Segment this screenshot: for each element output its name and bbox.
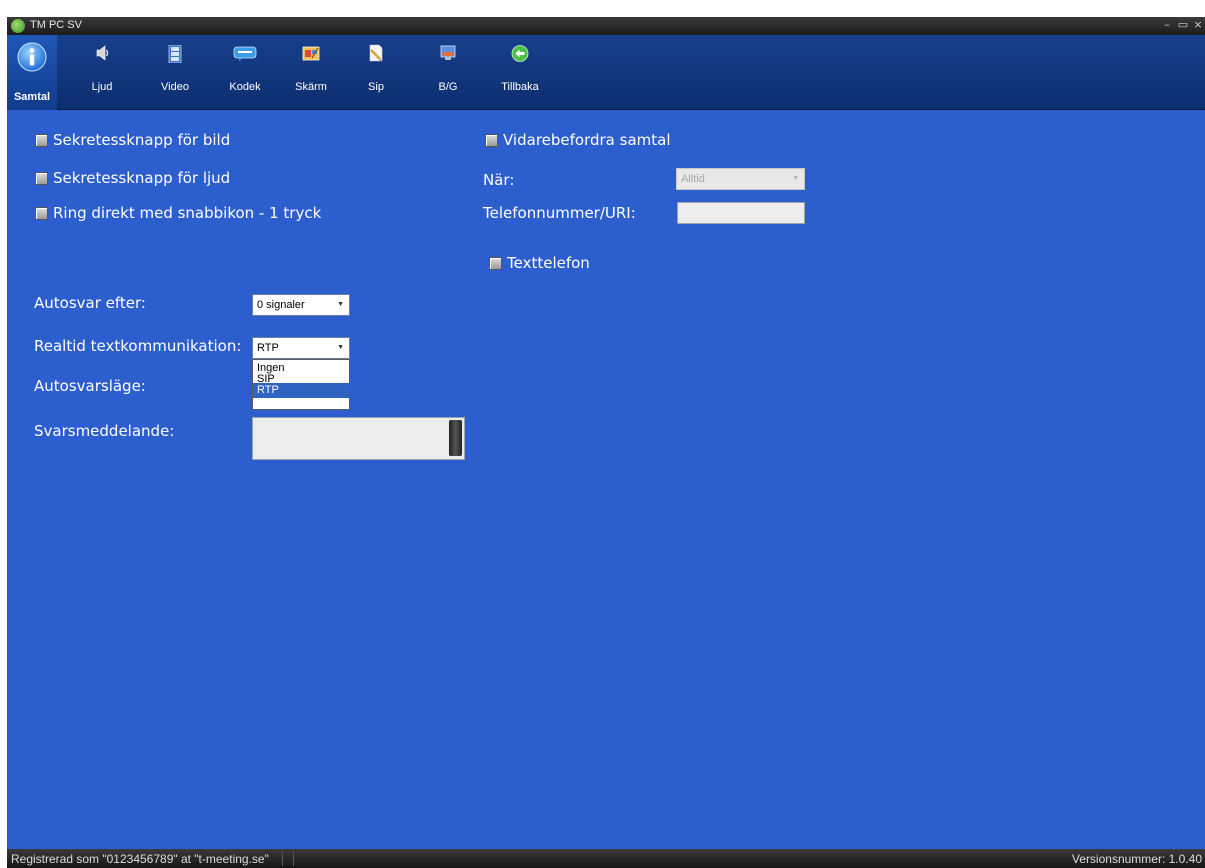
realtime-text-value: RTP [257,342,279,354]
status-bar: Registrerad som "0123456789" at "t-meeti… [7,849,1205,868]
registration-status: Registrerad som "0123456789" at "t-meeti… [11,852,269,866]
ring-direct-checkbox[interactable] [35,207,48,220]
privacy-video-label: Sekretessknapp för bild [53,131,231,149]
reply-message-textarea[interactable] [252,417,465,460]
autoanswer-mode-label: Autosvarsläge: [34,377,146,395]
privacy-audio-label: Sekretessknapp för ljud [53,169,231,187]
tab-ljud[interactable]: Ljud [87,35,117,110]
tab-samtal[interactable]: Samtal [7,35,57,110]
tab-label: Ljud [91,81,113,93]
tab-skarm[interactable]: Skärm [291,35,331,110]
tab-label: Kodek [229,81,261,93]
toolbar: Samtal Ljud Video Kodek Skärm Sip B/G Ti… [7,35,1205,110]
autoanswer-after-select[interactable]: 0 signaler ▼ [252,294,350,316]
scrollbar[interactable] [449,420,462,456]
reply-message-label: Svarsmeddelande: [34,422,175,440]
monitor-icon [440,45,456,60]
text-phone-checkbox[interactable] [489,257,502,270]
realtime-text-select[interactable]: RTP ▼ [252,337,350,359]
close-button[interactable]: × [1192,18,1204,32]
tab-label: Samtal [13,91,51,103]
tab-label: Tillbaka [501,81,539,93]
phone-uri-label: Telefonnummer/URI: [483,204,636,222]
forward-call-label: Vidarebefordra samtal [503,131,671,149]
tab-label: B/G [438,81,458,93]
pencil-paper-icon [369,44,383,62]
app-window: TM PC SV – ▭ × Samtal Ljud Video Kodek S… [7,17,1205,868]
when-label: När: [483,171,515,189]
realtime-text-label: Realtid textkommunikation: [34,337,242,355]
back-arrow-icon [511,45,529,62]
codec-icon [233,46,257,61]
speaker-icon [96,45,109,61]
film-icon [168,45,182,63]
tab-label: Video [161,81,189,93]
autoanswer-after-label: Autosvar efter: [34,294,146,312]
chevron-down-icon: ▼ [792,175,799,182]
dropdown-option-rtp[interactable]: RTP [253,383,349,398]
tab-label: Sip [368,81,384,93]
text-phone-label: Texttelefon [507,254,590,272]
privacy-video-checkbox[interactable] [35,134,48,147]
tab-video[interactable]: Video [157,35,193,110]
when-select[interactable]: Alltid ▼ [676,168,805,190]
realtime-text-dropdown: Ingen SIP RTP [252,359,350,410]
chevron-down-icon: ▼ [337,301,344,308]
status-divider [282,851,294,866]
window-title: TM PC SV [30,19,82,31]
forward-call-checkbox[interactable] [485,134,498,147]
app-logo-icon [11,19,25,33]
version-number: Versionsnummer: 1.0.40 [1071,852,1202,866]
maximize-button[interactable]: ▭ [1177,18,1189,32]
tab-label: Skärm [295,81,327,93]
title-bar: TM PC SV – ▭ × [7,17,1205,35]
info-icon [17,42,47,72]
tab-bg[interactable]: B/G [433,35,463,110]
minimize-button[interactable]: – [1161,18,1173,32]
tab-kodek[interactable]: Kodek [225,35,265,110]
phone-uri-input[interactable] [677,202,805,224]
tab-tillbaka[interactable]: Tillbaka [497,35,543,110]
ring-direct-label: Ring direkt med snabbikon - 1 tryck [53,204,322,222]
screen-icon [302,46,320,61]
tab-sip[interactable]: Sip [361,35,391,110]
chevron-down-icon: ▼ [337,344,344,351]
when-value: Alltid [681,173,705,185]
privacy-audio-checkbox[interactable] [35,172,48,185]
autoanswer-after-value: 0 signaler [257,299,305,311]
